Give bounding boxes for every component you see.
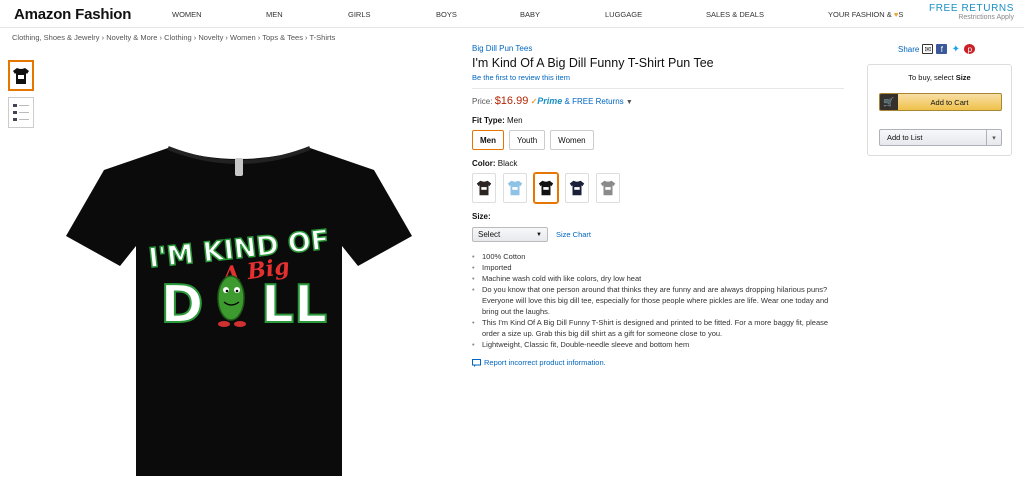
fit-type-caption: Fit Type: <box>472 116 505 125</box>
free-returns-link[interactable]: & FREE Returns <box>565 97 624 106</box>
size-caption: Size: <box>472 212 491 221</box>
price-label: Price: <box>472 97 493 106</box>
fit-type-value: Men <box>506 116 523 125</box>
review-link[interactable]: Be the first to review this item <box>472 73 844 82</box>
size-chart-thumb-icon <box>13 103 29 121</box>
fit-option-youth[interactable]: Youth <box>509 130 546 150</box>
nav-women[interactable]: WOMEN <box>172 10 202 19</box>
twitter-icon[interactable]: ✦ <box>950 44 961 55</box>
tshirt-swatch-icon <box>538 180 554 196</box>
price-value: $16.99 <box>494 95 529 107</box>
buy-instruction-bold: Size <box>955 73 971 82</box>
tshirt-swatch-icon <box>600 180 616 196</box>
bullet-item: Lightweight, Classic fit, Double-needle … <box>472 339 844 350</box>
bullet-item: This I'm Kind Of A Big Dill Funny T-Shir… <box>472 317 844 339</box>
top-nav: Amazon Fashion WOMEN MEN GIRLS BOYS BABY… <box>0 0 1024 28</box>
bullet-item: Imported <box>472 262 844 273</box>
size-row: Select ▼ Size Chart <box>472 227 844 242</box>
report-link[interactable]: Report incorrect product information. <box>472 358 844 367</box>
product-image-tshirt[interactable]: I'M KIND OF A Big D LL <box>56 140 422 480</box>
color-value: Black <box>497 159 518 168</box>
color-label: Color: Black <box>472 159 844 168</box>
fit-option-women[interactable]: Women <box>550 130 594 150</box>
bullet-item: 100% Cotton <box>472 251 844 262</box>
prime-badge[interactable]: Prime <box>537 96 562 106</box>
color-swatches <box>472 172 844 204</box>
chevron-down-icon[interactable]: ▾ <box>986 130 1001 145</box>
nav-boys[interactable]: BOYS <box>436 10 457 19</box>
facebook-icon[interactable]: f <box>936 44 948 54</box>
swatch-black[interactable] <box>533 172 559 204</box>
feature-bullets: 100% Cotton Imported Machine wash cold w… <box>472 251 844 350</box>
product-title: I'm Kind Of A Big Dill Funny T-Shirt Pun… <box>472 56 714 70</box>
breadcrumb[interactable]: Clothing, Shoes & Jewelry › Novelty & Mo… <box>12 33 335 42</box>
divider <box>472 88 844 89</box>
free-returns-title: FREE RETURNS <box>929 3 1014 14</box>
size-select-value: Select <box>478 230 501 239</box>
share-label: Share <box>898 44 920 54</box>
tshirt-swatch-icon <box>476 180 492 196</box>
nav-luggage[interactable]: LUGGAGE <box>605 10 642 19</box>
nav-baby[interactable]: BABY <box>520 10 540 19</box>
swatch-navy[interactable] <box>565 173 589 203</box>
thumbnail-front[interactable] <box>8 60 34 91</box>
add-to-list-button[interactable]: Add to List ▾ <box>879 129 1002 146</box>
buy-box: To buy, select Size 🛒 Add to Cart Add to… <box>867 64 1012 156</box>
buy-instruction-text: To buy, select <box>908 73 954 82</box>
bullet-item: Do you know that one person around that … <box>472 284 844 317</box>
buy-instruction: To buy, select Size <box>868 73 1011 82</box>
speech-bubble-icon <box>472 358 481 367</box>
size-label: Size: <box>472 212 844 221</box>
chevron-down-icon[interactable]: ▼ <box>626 99 633 106</box>
size-select[interactable]: Select ▼ <box>472 227 548 242</box>
bullet-item: Machine wash cold with like colors, dry … <box>472 273 844 284</box>
cart-icon: 🛒 <box>880 94 898 110</box>
shirt-text-ll: LL <box>261 275 327 335</box>
nav-your-fashion[interactable]: YOUR FASHION & ♥S <box>828 10 903 19</box>
nav-men[interactable]: MEN <box>266 10 283 19</box>
your-fashion-suffix: S <box>898 10 904 19</box>
tshirt-swatch-icon <box>507 180 523 196</box>
dropdown-arrow-icon: ▼ <box>536 231 542 238</box>
add-to-list-label: Add to List <box>887 133 923 142</box>
add-to-cart-label: Add to Cart <box>930 97 969 107</box>
brand-link[interactable]: Big Dill Pun Tees <box>472 44 844 53</box>
thumbnail-size-chart[interactable] <box>8 97 34 128</box>
restrictions-apply: Restrictions Apply <box>958 14 1014 21</box>
report-text: Report incorrect product information. <box>484 358 606 367</box>
amazon-fashion-logo[interactable]: Amazon Fashion <box>14 6 131 23</box>
your-fashion-prefix: YOUR FASHION & <box>828 10 892 19</box>
color-caption: Color: <box>472 159 496 168</box>
swatch-gray[interactable] <box>596 173 620 203</box>
email-icon[interactable]: ✉ <box>922 44 934 54</box>
tshirt-thumb-icon <box>13 67 29 84</box>
size-chart-link[interactable]: Size Chart <box>556 230 591 239</box>
fit-type-options: Men Youth Women <box>472 130 844 150</box>
pinterest-icon[interactable]: p <box>964 44 976 54</box>
nav-sales-deals[interactable]: SALES & DEALS <box>706 10 764 19</box>
tshirt-swatch-icon <box>569 180 585 196</box>
add-to-cart-button[interactable]: 🛒 Add to Cart <box>879 93 1002 111</box>
price-row: Price: $16.99 ✓Prime & FREE Returns ▼ <box>472 95 844 107</box>
fit-option-men[interactable]: Men <box>472 130 504 150</box>
swatch-light-blue[interactable] <box>503 173 527 203</box>
nav-girls[interactable]: GIRLS <box>348 10 371 19</box>
product-info: Big Dill Pun Tees I'm Kind Of A Big Dill… <box>472 44 844 367</box>
swatch-brown[interactable] <box>472 173 496 203</box>
shirt-text-d: D <box>160 275 203 335</box>
free-returns-banner[interactable]: FREE RETURNS Restrictions Apply <box>929 3 1014 21</box>
fit-type-label: Fit Type: Men <box>472 116 844 125</box>
share-row: Share ✉ f ✦ p <box>898 44 976 55</box>
